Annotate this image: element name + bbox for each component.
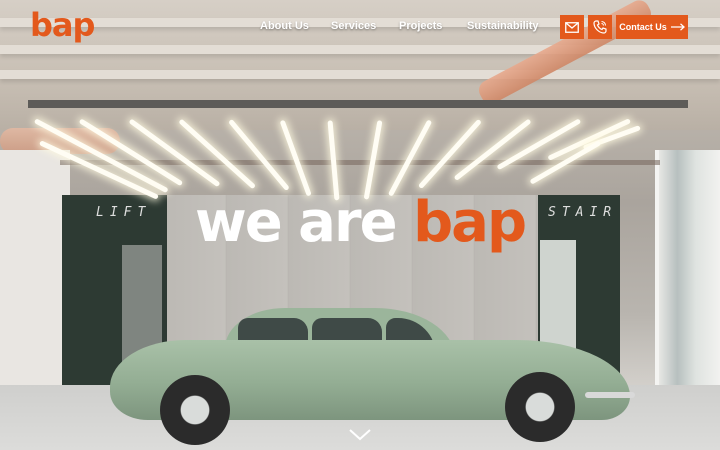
light-tube [387, 119, 433, 197]
car-wheel-front [505, 372, 575, 442]
arrow-right-icon [670, 23, 685, 31]
mail-icon [565, 21, 579, 33]
email-button[interactable] [560, 15, 584, 39]
nav-about-us[interactable]: About Us [260, 20, 309, 32]
street-window [655, 150, 720, 400]
nav-projects[interactable]: Projects [399, 20, 442, 32]
hero-headline: we are bap [0, 190, 720, 255]
hero-section: LIFT STAIR bap About Us Services Project… [0, 0, 720, 450]
headline-bap: bap [413, 190, 527, 255]
contact-us-label: Contact Us [619, 22, 667, 32]
nav-services[interactable]: Services [331, 20, 376, 32]
contact-us-button[interactable]: Contact Us [616, 15, 688, 39]
headline-we-are: we are [194, 190, 398, 255]
nav-sustainability[interactable]: Sustainability [467, 20, 539, 32]
car-wheel-rear [160, 375, 230, 445]
scroll-down-chevron-icon[interactable] [348, 428, 372, 442]
light-fixture-rail [28, 100, 688, 108]
left-wall [0, 150, 70, 390]
brand-logo[interactable]: bap [30, 6, 95, 44]
car-bumper [585, 392, 635, 398]
phone-icon [593, 20, 607, 34]
phone-button[interactable] [588, 15, 612, 39]
